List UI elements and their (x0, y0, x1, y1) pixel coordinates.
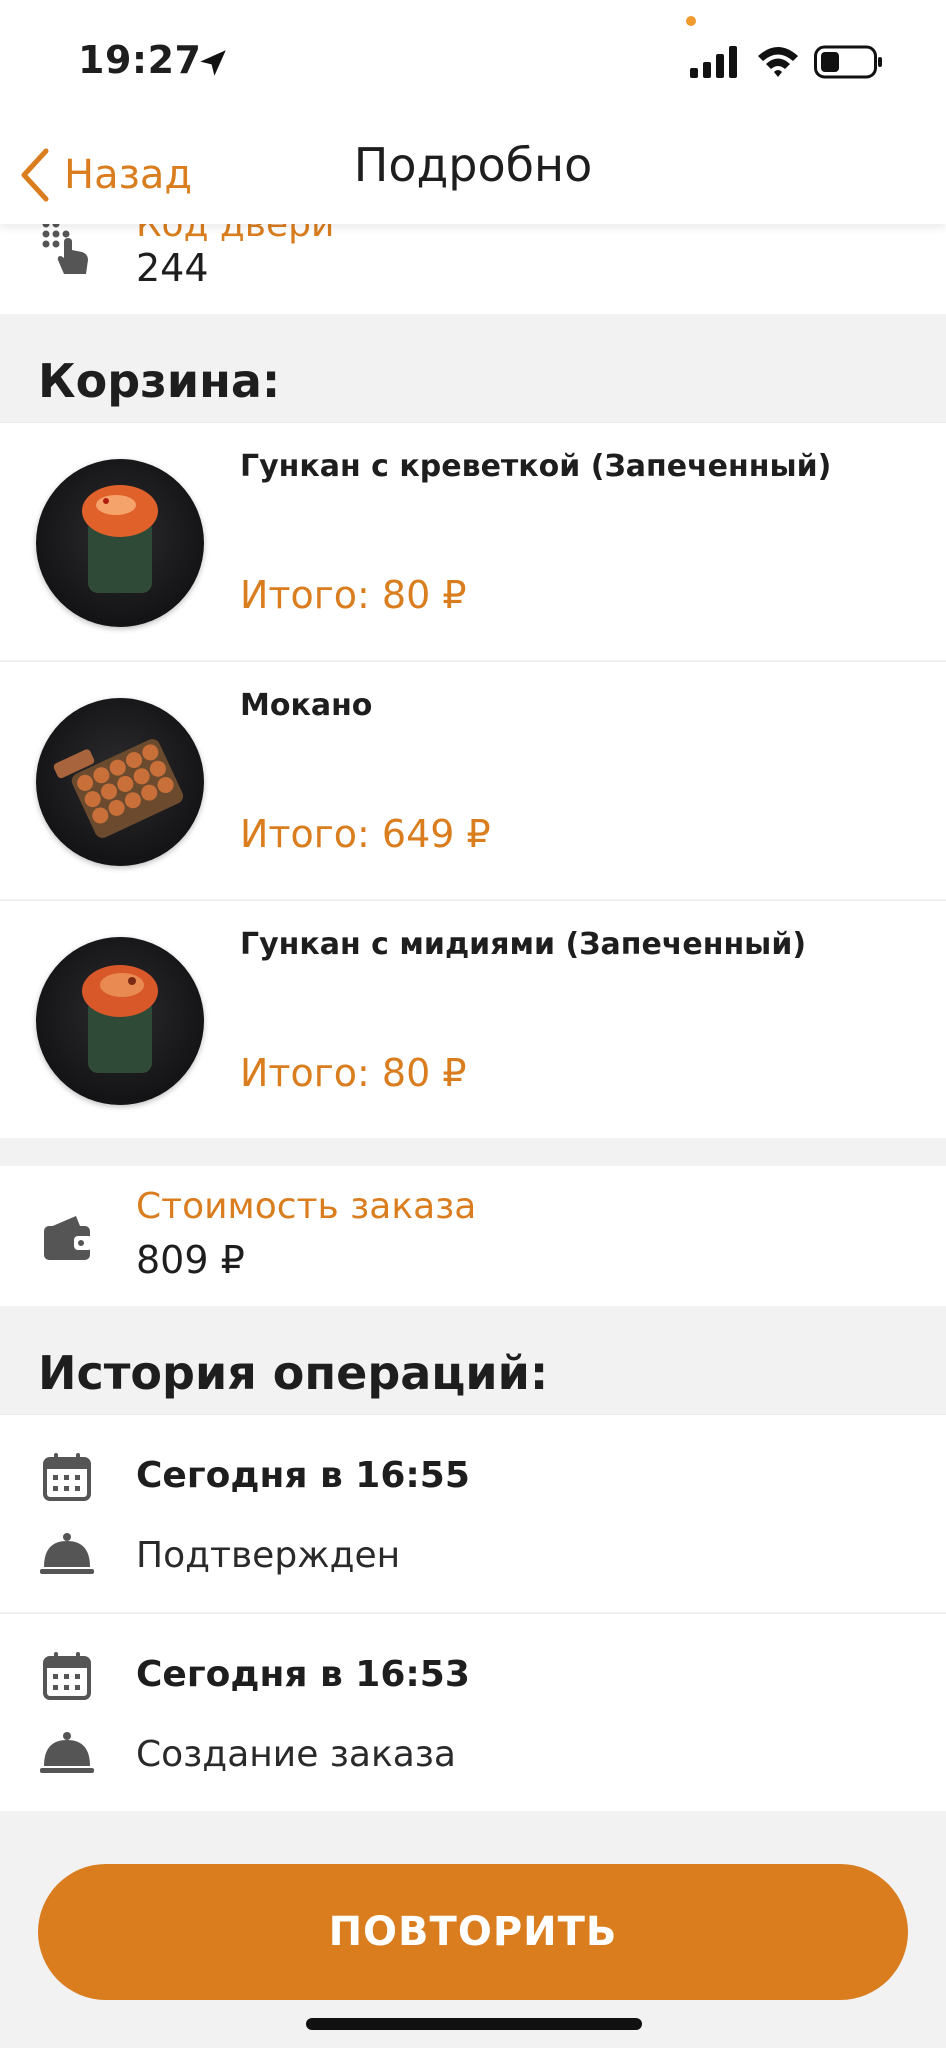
service-bell-icon (40, 1533, 94, 1574)
product-image (36, 459, 204, 627)
home-indicator (306, 2018, 642, 2030)
navigation-bar: Назад Подробно (0, 132, 946, 224)
calendar-icon (43, 1453, 91, 1501)
history-section-title: История операций: (38, 1346, 549, 1400)
cart-item[interactable]: Гункан с креветкой (Запеченный) Итого: 8… (0, 422, 946, 660)
status-bar: 19:27 (0, 0, 946, 132)
order-cost-row: Стоимость заказа 809 ₽ (0, 1166, 946, 1306)
product-image (36, 698, 204, 866)
history-date: Сегодня в 16:53 (136, 1654, 470, 1695)
product-name: Гункан с мидиями (Запеченный) (240, 927, 807, 962)
battery-icon (814, 45, 882, 79)
page-title: Подробно (353, 138, 593, 192)
door-code-value: 244 (136, 246, 209, 290)
cellular-signal-icon (690, 46, 737, 78)
product-total: Итого: 80 ₽ (240, 1051, 467, 1095)
history-entry: Сегодня в 16:53 Создание заказа (0, 1613, 946, 1811)
product-name: Гункан с креветкой (Запеченный) (240, 449, 832, 484)
wifi-icon (758, 47, 798, 77)
service-bell-icon (40, 1732, 94, 1773)
cart-item[interactable]: Гункан с мидиями (Запеченный) Итого: 80 … (0, 900, 946, 1138)
product-total: Итого: 649 ₽ (240, 812, 491, 856)
history-status: Создание заказа (136, 1734, 456, 1775)
product-total: Итого: 80 ₽ (240, 573, 467, 617)
history-entry: Сегодня в 16:55 Подтвержден (0, 1414, 946, 1612)
order-cost-value: 809 ₽ (136, 1238, 245, 1282)
cart-item[interactable]: Мокано Итого: 649 ₽ (0, 661, 946, 899)
gunkan-shrimp-image (82, 485, 158, 593)
wallet-icon (44, 1216, 92, 1260)
roll-set-image (53, 739, 184, 838)
history-status: Подтвержден (136, 1535, 401, 1576)
repeat-order-button[interactable]: ПОВТОРИТЬ (38, 1864, 908, 2000)
privacy-indicator-dot (686, 16, 696, 26)
gunkan-mussel-image (82, 965, 158, 1073)
cart-section-title: Корзина: (38, 354, 281, 408)
history-date: Сегодня в 16:55 (136, 1455, 470, 1496)
keypad-tap-icon (42, 220, 88, 274)
calendar-icon (43, 1652, 91, 1700)
location-arrow-icon (200, 50, 226, 76)
order-cost-label: Стоимость заказа (136, 1186, 477, 1227)
status-time: 19:27 (78, 38, 202, 82)
product-image (36, 937, 204, 1105)
product-name: Мокано (240, 688, 373, 723)
